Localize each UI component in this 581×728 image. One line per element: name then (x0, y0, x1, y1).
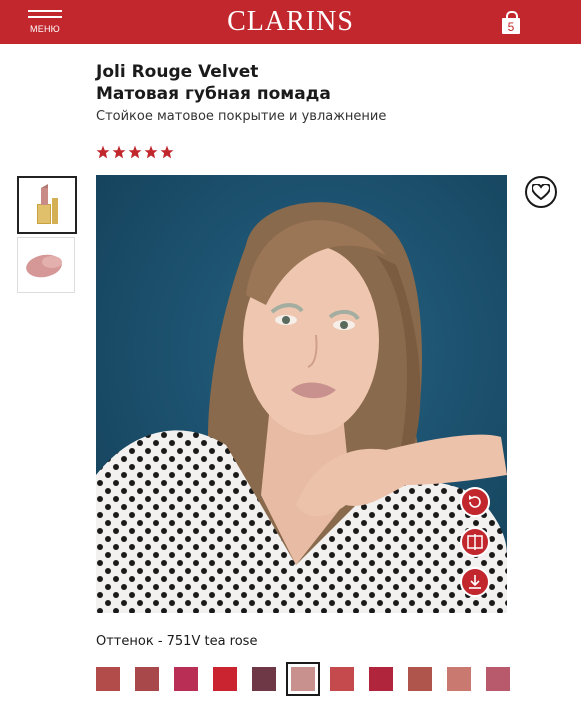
shade-label: Оттенок - 751V tea rose (96, 634, 258, 649)
shade-swatch[interactable] (96, 667, 120, 691)
cart-count: 5 (507, 20, 515, 34)
product-name: Joli Rouge Velvet (96, 62, 259, 82)
star-icon (144, 145, 158, 159)
shade-swatches (96, 662, 516, 696)
shade-swatch[interactable] (369, 667, 393, 691)
shade-swatch[interactable] (174, 667, 198, 691)
reset-button[interactable] (460, 487, 490, 517)
cart-button[interactable]: 5 (501, 10, 521, 36)
rating-stars[interactable] (96, 145, 174, 161)
heart-icon (532, 184, 550, 200)
texture-image (26, 254, 62, 278)
star-icon (160, 145, 174, 159)
lipstick-image (37, 184, 58, 224)
star-icon (128, 145, 142, 159)
shade-swatch[interactable] (213, 667, 237, 691)
shade-swatch[interactable] (135, 667, 159, 691)
product-try-on-photo (96, 175, 507, 613)
top-bar: МЕНЮ CLARINS 5 (0, 0, 581, 44)
shade-swatch[interactable] (447, 667, 471, 691)
product-type: Матовая губная помада (96, 84, 331, 104)
shade-swatch[interactable] (330, 667, 354, 691)
star-icon (96, 145, 110, 159)
shade-swatch[interactable] (286, 662, 320, 696)
swatch-thumbnail[interactable] (17, 237, 75, 293)
model-portrait (96, 175, 507, 613)
lipstick-thumbnail[interactable] (17, 176, 77, 234)
reset-icon (469, 495, 481, 508)
brand-logo[interactable]: CLARINS (0, 6, 581, 38)
compare-icon (467, 534, 483, 550)
download-button[interactable] (460, 567, 490, 597)
product-description: Стойкое матовое покрытие и увлажнение (96, 109, 387, 124)
download-icon (469, 575, 481, 589)
star-icon (112, 145, 126, 159)
wishlist-button[interactable] (525, 176, 557, 208)
compare-button[interactable] (460, 527, 490, 557)
shade-swatch[interactable] (486, 667, 510, 691)
shade-swatch[interactable] (252, 667, 276, 691)
shade-swatch[interactable] (408, 667, 432, 691)
